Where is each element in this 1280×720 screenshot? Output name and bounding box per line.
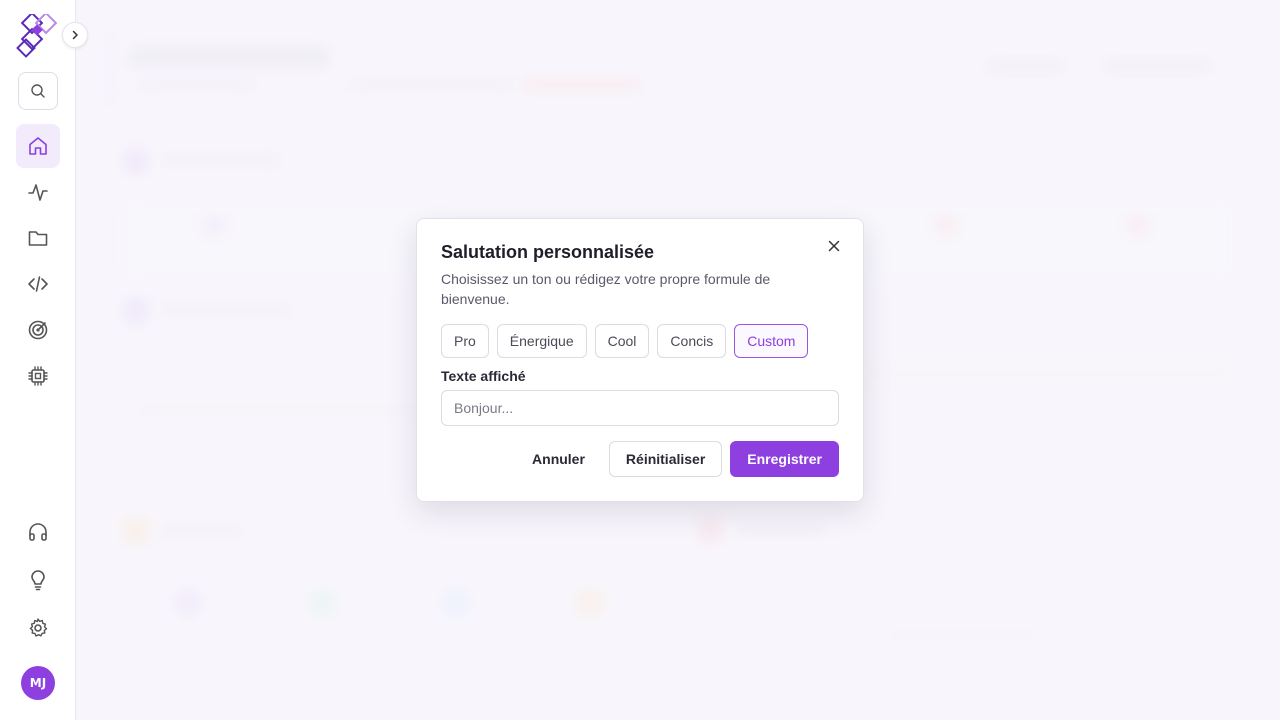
tone-selector: Pro Énergique Cool Concis Custom bbox=[441, 324, 809, 358]
headphones-icon bbox=[29, 523, 47, 541]
display-text-input[interactable] bbox=[441, 390, 839, 426]
display-text-label: Texte affiché bbox=[441, 368, 526, 384]
brand-logo-icon[interactable] bbox=[16, 11, 62, 60]
sidebar-item-hardware[interactable] bbox=[16, 354, 60, 398]
lightbulb-icon bbox=[31, 570, 45, 591]
sidebar-item-code[interactable] bbox=[16, 262, 60, 306]
sidebar-item-settings[interactable] bbox=[16, 606, 60, 650]
save-button[interactable]: Enregistrer bbox=[730, 441, 839, 477]
sidebar-item-ideas[interactable] bbox=[16, 558, 60, 602]
gear-icon bbox=[29, 618, 48, 637]
search-button[interactable] bbox=[18, 72, 58, 110]
folder-icon bbox=[28, 231, 48, 246]
sidebar-item-support[interactable] bbox=[16, 510, 60, 554]
cancel-button[interactable]: Annuler bbox=[516, 441, 601, 477]
sidebar: MJ bbox=[0, 0, 76, 720]
code-icon bbox=[28, 276, 48, 292]
sidebar-item-activity[interactable] bbox=[16, 170, 60, 214]
reset-button[interactable]: Réinitialiser bbox=[608, 441, 723, 477]
target-icon bbox=[28, 320, 48, 340]
tone-custom-button[interactable]: Custom bbox=[734, 324, 809, 358]
tone-energique-button[interactable]: Énergique bbox=[496, 324, 587, 358]
avatar[interactable]: MJ bbox=[21, 666, 55, 700]
sidebar-item-files[interactable] bbox=[16, 216, 60, 260]
dialog-actions: Annuler Réinitialiser Enregistrer bbox=[516, 441, 839, 477]
home-icon bbox=[29, 137, 47, 155]
sidebar-item-goals[interactable] bbox=[16, 308, 60, 352]
sidebar-item-home[interactable] bbox=[16, 124, 60, 168]
tone-pro-button[interactable]: Pro bbox=[441, 324, 489, 358]
greeting-dialog: Salutation personnalisée Choisissez un t… bbox=[416, 218, 864, 502]
tone-concis-button[interactable]: Concis bbox=[657, 324, 727, 358]
dialog-description: Choisissez un ton ou rédigez votre propr… bbox=[441, 271, 771, 307]
close-button[interactable] bbox=[825, 237, 843, 255]
activity-icon bbox=[28, 184, 48, 201]
expand-sidebar-button[interactable] bbox=[62, 22, 88, 48]
search-icon bbox=[31, 84, 45, 98]
tone-cool-button[interactable]: Cool bbox=[594, 324, 650, 358]
chevron-right-icon bbox=[72, 30, 78, 40]
dialog-title: Salutation personnalisée bbox=[441, 242, 655, 262]
close-icon bbox=[828, 240, 840, 252]
chip-icon bbox=[28, 366, 48, 386]
